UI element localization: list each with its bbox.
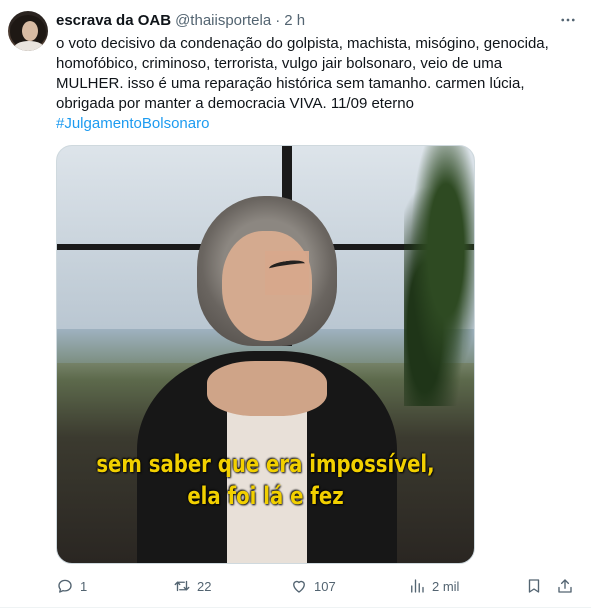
- bookmark-button[interactable]: [523, 574, 545, 598]
- heart-icon: [293, 580, 305, 593]
- hashtag-link[interactable]: #JulgamentoBolsonaro: [56, 114, 209, 134]
- image-caption-line: ela foi lá e fez: [187, 482, 344, 510]
- reply-button[interactable]: 1: [56, 574, 87, 598]
- retweet-button[interactable]: 22: [173, 574, 211, 598]
- tweet-header: escrava da OAB @thaiisportela · 2 h: [56, 10, 305, 30]
- views-button[interactable]: 2 mil: [408, 574, 459, 598]
- more-dots-icon: [561, 18, 575, 22]
- retweet-icon: [174, 580, 190, 592]
- more-options-button[interactable]: [557, 9, 579, 31]
- tweet-actions: 1 22 107 2 mil: [56, 574, 581, 598]
- separator-dot: ·: [275, 11, 281, 29]
- tweet-image[interactable]: sem saber que era impossível, ela foi lá…: [56, 145, 475, 564]
- tweet-text-line: o voto decisivo da condenação do golpist…: [56, 35, 549, 52]
- avatar[interactable]: [8, 11, 48, 51]
- reply-count: 1: [80, 578, 88, 594]
- tweet-text: o voto decisivo da condenação do golpist…: [56, 34, 581, 134]
- tweet-text-line: homofóbico, criminoso, terrorista, vulgo…: [56, 55, 503, 72]
- image-caption-line: sem saber que era impossível,: [96, 450, 435, 478]
- tweet[interactable]: escrava da OAB @thaiisportela · 2 h o vo…: [0, 0, 591, 608]
- tweet-text-line: MULHER. isso é uma reparação histórica s…: [56, 75, 525, 92]
- reply-bubble-icon: [58, 579, 72, 593]
- retweet-count: 22: [197, 578, 212, 594]
- like-button[interactable]: 107: [290, 574, 336, 598]
- author-name[interactable]: escrava da OAB: [56, 12, 171, 29]
- views-count: 2 mil: [432, 578, 460, 594]
- tweet-text-line: obrigada por manter a democracia VIVA. 1…: [56, 95, 414, 112]
- timestamp[interactable]: 2 h: [284, 12, 305, 29]
- bookmark-icon: [528, 579, 540, 593]
- image-caption: sem saber que era impossível, ela foi lá…: [95, 448, 437, 512]
- views-bar-chart-icon: [411, 579, 424, 593]
- share-upload-icon: [558, 579, 572, 593]
- like-count: 107: [314, 578, 336, 594]
- share-button[interactable]: [554, 574, 576, 598]
- author-handle[interactable]: @thaiisportela: [175, 12, 271, 29]
